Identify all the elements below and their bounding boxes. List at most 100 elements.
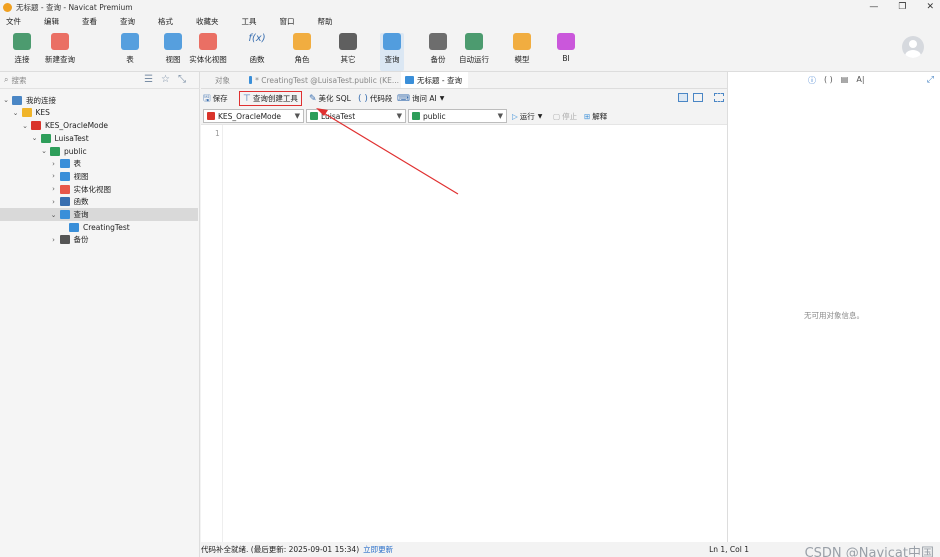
chevron-right-icon[interactable]: › xyxy=(50,236,58,244)
ai-icon[interactable]: A| xyxy=(856,75,864,86)
explain-icon: ⊞ xyxy=(584,111,591,121)
tree-item-label: KES xyxy=(35,108,50,118)
plug-icon xyxy=(13,33,31,50)
tree-item[interactable]: › 视图 xyxy=(0,170,198,183)
wand-icon: ✎ xyxy=(309,93,317,104)
toolbar-label: 自动运行 xyxy=(459,55,489,64)
chevron-right-icon[interactable]: › xyxy=(50,198,58,206)
bi-icon xyxy=(557,33,575,50)
tree-item[interactable]: ⌄ KES xyxy=(0,107,198,120)
query-icon xyxy=(59,210,70,220)
tab-label: 无标题 - 查询 xyxy=(417,75,462,85)
toolbar-new-query-button[interactable]: 新建查询 xyxy=(40,33,80,71)
layout-horizontal-icon[interactable] xyxy=(678,93,688,102)
chevron-down-icon[interactable]: ⌄ xyxy=(2,96,10,104)
sql-editor[interactable]: 1 xyxy=(201,124,727,542)
tree-item[interactable]: ⌄ LuisaTest xyxy=(0,132,198,145)
menu-format[interactable]: 格式 xyxy=(158,16,173,27)
user-avatar[interactable] xyxy=(902,36,924,58)
query-builder-button[interactable]: ⊤ 查询创建工具 xyxy=(239,91,302,106)
cursor-position: Ln 1, Col 1 xyxy=(709,545,749,554)
toolbar-label: 查询 xyxy=(384,55,400,64)
chevron-down-icon[interactable]: ⌄ xyxy=(12,109,20,117)
code-snippet-button[interactable]: ( ) 代码段 xyxy=(358,91,392,106)
tree-item[interactable]: ⌄ 我的连接 xyxy=(0,94,198,107)
close-button[interactable]: ✕ xyxy=(926,2,934,12)
toolbar-robot-button[interactable]: 自动运行 xyxy=(454,33,494,71)
toolbar-label: 连接 xyxy=(14,55,30,64)
fullscreen-icon[interactable] xyxy=(714,93,724,102)
query-icon xyxy=(383,33,401,50)
toolbar-function-button[interactable]: f(x) 函数 xyxy=(245,33,269,71)
stop-button[interactable]: ▢ 停止 xyxy=(553,110,577,122)
materialized-view-icon xyxy=(59,184,70,194)
tab-creatingtest[interactable]: * CreatingTest @LuisaTest.public (KE... xyxy=(249,72,399,88)
preview-icon[interactable]: ▤ xyxy=(841,75,849,86)
tab-untitled-query[interactable]: 无标题 - 查询 xyxy=(401,72,468,88)
chevron-down-icon[interactable]: ⌄ xyxy=(50,211,58,219)
tree-item[interactable]: › 表 xyxy=(0,158,198,171)
menu-window[interactable]: 窗口 xyxy=(280,16,295,27)
database-select[interactable]: LuisaTest ▼ xyxy=(306,109,406,123)
run-button[interactable]: ▷ 运行 ▼ xyxy=(512,110,542,122)
tab-objects[interactable]: 对象 xyxy=(215,72,230,88)
beautify-sql-button[interactable]: ✎ 美化 SQL xyxy=(309,91,351,106)
minimize-button[interactable]: — xyxy=(869,2,878,12)
connection-select[interactable]: KES_OracleMode ▼ xyxy=(203,109,304,123)
menu-favorites[interactable]: 收藏夹 xyxy=(196,16,219,27)
menu-edit[interactable]: 编辑 xyxy=(44,16,59,27)
menu-file[interactable]: 文件 xyxy=(6,16,21,27)
toolbar-plug-button[interactable]: 连接 xyxy=(10,33,34,71)
toolbar-table-button[interactable]: 表 xyxy=(118,33,142,71)
toolbar-tools-button[interactable]: 其它 xyxy=(336,33,360,71)
save-button[interactable]: 🖫 保存 xyxy=(203,91,228,106)
star-icon[interactable]: ☆ xyxy=(161,74,170,85)
tree-item[interactable]: › 函数 xyxy=(0,196,198,209)
expand-icon[interactable]: ⤢ xyxy=(927,75,934,85)
chevron-right-icon[interactable]: › xyxy=(50,185,58,193)
menu-help[interactable]: 帮助 xyxy=(318,16,333,27)
schema-select[interactable]: public ▼ xyxy=(408,109,507,123)
collapse-icon[interactable]: ⤡ xyxy=(178,74,186,85)
tree-item[interactable]: ⌄ public xyxy=(0,145,198,158)
toolbar-user-button[interactable]: 角色 xyxy=(290,33,314,71)
chevron-down-icon: ▼ xyxy=(396,112,402,120)
menu-view[interactable]: 查看 xyxy=(82,16,97,27)
ddl-icon[interactable]: ( ) xyxy=(824,75,833,86)
maximize-button[interactable]: ❐ xyxy=(898,2,906,12)
chevron-down-icon[interactable]: ⌄ xyxy=(40,147,48,155)
toolbar-glasses-button[interactable]: 视图 xyxy=(161,33,185,71)
search-bar[interactable]: ⌕ 搜索 ☰ ☆ ⤡ xyxy=(0,72,200,89)
object-info-panel: ⓘ ( ) ▤ A| ⤢ 无可用对象信息。 xyxy=(727,72,940,542)
folder-icon xyxy=(21,108,32,118)
info-icon[interactable]: ⓘ xyxy=(808,75,816,86)
tree-item-label: 我的连接 xyxy=(26,95,56,105)
line-gutter: 1 xyxy=(201,125,223,542)
window-title: 无标题 - 查询 - Navicat Premium xyxy=(16,2,133,12)
tree-item[interactable]: › 实体化视图 xyxy=(0,183,198,196)
layout-vertical-icon[interactable] xyxy=(693,93,703,102)
tree-item[interactable]: ⌄ 查询 xyxy=(0,208,198,221)
toolbar-backup-button[interactable]: 备份 xyxy=(426,33,450,71)
ask-ai-button[interactable]: ⌨ 询问 AI ▼ xyxy=(397,91,444,106)
tools-icon xyxy=(339,33,357,50)
toolbar-materialized-view-button[interactable]: 实体化视图 xyxy=(188,33,228,71)
filter-icon[interactable]: ☰ xyxy=(144,74,153,85)
menu-query[interactable]: 查询 xyxy=(120,16,135,27)
explain-button[interactable]: ⊞ 解释 xyxy=(584,110,607,122)
update-now-link[interactable]: 立即更新 xyxy=(363,544,393,555)
toolbar-query-button[interactable]: 查询 xyxy=(380,33,404,71)
tree-item[interactable]: CreatingTest xyxy=(0,221,198,234)
play-icon: ▷ xyxy=(512,111,518,121)
tree-item[interactable]: ⌄ KES_OracleMode xyxy=(0,119,198,132)
menu-tools[interactable]: 工具 xyxy=(242,16,257,27)
toolbar-model-button[interactable]: 模型 xyxy=(510,33,534,71)
tree-item[interactable]: › 备份 xyxy=(0,234,198,247)
search-input[interactable]: 搜索 xyxy=(11,75,26,86)
chevron-down-icon[interactable]: ⌄ xyxy=(21,122,29,130)
toolbar-label: 备份 xyxy=(430,55,446,64)
toolbar-bi-button[interactable]: BI xyxy=(554,33,578,71)
chevron-down-icon[interactable]: ⌄ xyxy=(31,134,39,142)
chevron-right-icon[interactable]: › xyxy=(50,160,58,168)
chevron-right-icon[interactable]: › xyxy=(50,172,58,180)
